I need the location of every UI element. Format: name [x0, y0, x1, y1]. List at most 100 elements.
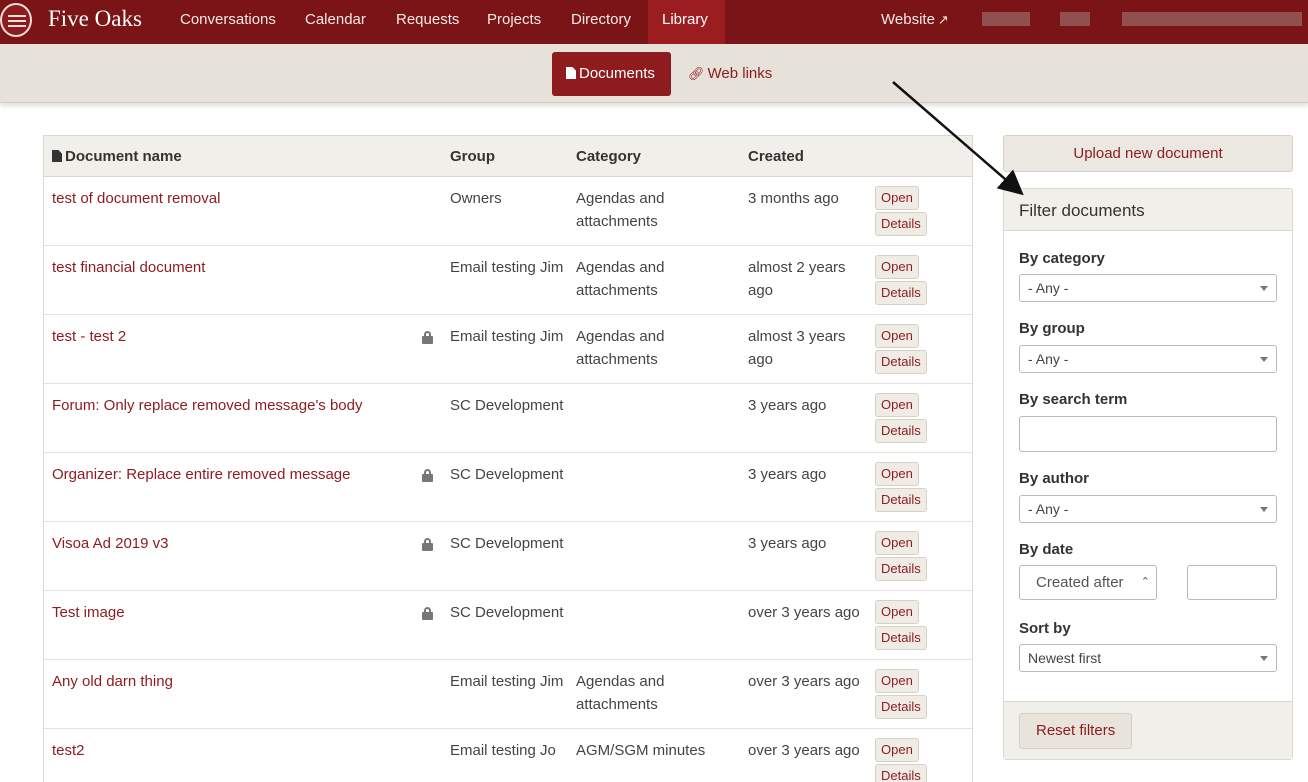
- col-category[interactable]: Category: [576, 148, 641, 165]
- search-term-input[interactable]: [1019, 416, 1277, 452]
- table-row: Visoa Ad 2019 v3 SC Development 3 years ag…: [44, 522, 972, 591]
- sort-by-label: Sort by: [1019, 620, 1071, 637]
- nav-requests[interactable]: Requests: [382, 0, 473, 44]
- dropdown-caret-icon: [1260, 357, 1268, 362]
- documents-table: Document name Group Category Created tes…: [43, 135, 973, 782]
- document-category: Agendas and attachments: [576, 673, 665, 713]
- table-row: Organizer: Replace entire removed messag…: [44, 453, 972, 522]
- by-category-label: By category: [1019, 250, 1105, 267]
- dropdown-caret-icon: [1260, 286, 1268, 291]
- link-icon: 🔗︎: [688, 66, 705, 81]
- nav-conversations[interactable]: Conversations: [166, 0, 290, 44]
- open-button[interactable]: Open: [875, 462, 919, 486]
- document-name-link[interactable]: test financial document: [52, 256, 205, 279]
- document-created: 3 years ago: [748, 397, 827, 414]
- table-row: test2 Email testing Jo AGM/SGM minutes over…: [44, 729, 972, 782]
- document-icon: [566, 67, 576, 79]
- sort-select-value: Newest first: [1028, 650, 1102, 666]
- document-name-link[interactable]: Visoa Ad 2019 v3: [52, 532, 168, 555]
- group-select-value: - Any -: [1028, 351, 1069, 367]
- group-select[interactable]: - Any -: [1019, 345, 1277, 373]
- details-button[interactable]: Details: [875, 350, 927, 374]
- nav-projects[interactable]: Projects: [473, 0, 555, 44]
- details-button[interactable]: Details: [875, 212, 927, 236]
- lock-icon: [422, 469, 433, 482]
- nav-library[interactable]: Library: [648, 0, 725, 44]
- external-link-icon: ↗: [937, 12, 949, 27]
- tab-web-links[interactable]: 🔗︎ Web links: [688, 52, 772, 96]
- open-button[interactable]: Open: [875, 186, 919, 210]
- details-button[interactable]: Details: [875, 626, 927, 650]
- document-group: SC Development: [450, 604, 564, 621]
- open-button[interactable]: Open: [875, 324, 919, 348]
- document-group: Email testing Jim: [450, 259, 564, 276]
- details-button[interactable]: Details: [875, 488, 927, 512]
- category-select[interactable]: - Any -: [1019, 274, 1277, 302]
- author-select-value: - Any -: [1028, 501, 1069, 517]
- upload-document-button[interactable]: Upload new document: [1003, 135, 1293, 172]
- open-button[interactable]: Open: [875, 738, 919, 762]
- brand-logo-icon[interactable]: [0, 3, 32, 37]
- author-select[interactable]: - Any -: [1019, 495, 1277, 523]
- document-category: Agendas and attachments: [576, 190, 665, 230]
- document-created: 3 years ago: [748, 535, 827, 552]
- document-created: over 3 years ago: [748, 742, 860, 759]
- lock-icon: [422, 538, 433, 551]
- details-button[interactable]: Details: [875, 419, 927, 443]
- document-category: Agendas and attachments: [576, 328, 665, 368]
- by-date-label: By date: [1019, 541, 1074, 558]
- open-button[interactable]: Open: [875, 255, 919, 279]
- details-button[interactable]: Details: [875, 695, 927, 719]
- details-button[interactable]: Details: [875, 557, 927, 581]
- document-category: AGM/SGM minutes: [576, 742, 706, 759]
- date-mode-select[interactable]: Created after ⌃: [1019, 565, 1157, 600]
- sort-select[interactable]: Newest first: [1019, 644, 1277, 672]
- document-group: SC Development: [450, 535, 564, 552]
- tab-web-links-label: Web links: [707, 65, 773, 82]
- redacted-text: [1122, 12, 1302, 26]
- by-author-label: By author: [1019, 470, 1090, 487]
- category-select-value: - Any -: [1028, 280, 1069, 296]
- lock-icon: [422, 331, 433, 344]
- tab-documents[interactable]: Documents: [552, 52, 671, 96]
- document-name-link[interactable]: Any old darn thing: [52, 670, 173, 693]
- document-created: over 3 years ago: [748, 673, 860, 690]
- nav-website[interactable]: Website ↗: [881, 0, 949, 44]
- col-group[interactable]: Group: [450, 148, 495, 165]
- tab-documents-label: Documents: [579, 65, 655, 82]
- document-category: Agendas and attachments: [576, 259, 665, 299]
- by-group-label: By group: [1019, 320, 1085, 337]
- document-group: SC Development: [450, 466, 564, 483]
- col-document-name[interactable]: Document name: [52, 148, 182, 165]
- reset-filters-button[interactable]: Reset filters: [1019, 713, 1133, 749]
- document-name-link[interactable]: test2: [52, 739, 85, 762]
- table-row: test of document removal Owners Agendas an…: [44, 177, 972, 246]
- date-input[interactable]: [1187, 565, 1277, 600]
- redacted-text: [1060, 12, 1090, 26]
- brand-name[interactable]: Five Oaks: [48, 6, 142, 32]
- nav-calendar[interactable]: Calendar: [291, 0, 380, 44]
- document-name-link[interactable]: test - test 2: [52, 325, 126, 348]
- open-button[interactable]: Open: [875, 531, 919, 555]
- details-button[interactable]: Details: [875, 281, 927, 305]
- table-row: Forum: Only replace removed message's bo…: [44, 384, 972, 453]
- dropdown-caret-icon: [1260, 507, 1268, 512]
- table-row: test - test 2 Email testing Jim Agendas an…: [44, 315, 972, 384]
- table-row: Any old darn thing Email testing Jim Agend…: [44, 660, 972, 729]
- table-header: Document name Group Category Created: [44, 136, 972, 177]
- details-button[interactable]: Details: [875, 764, 927, 782]
- open-button[interactable]: Open: [875, 669, 919, 693]
- document-name-link[interactable]: test of document removal: [52, 187, 220, 210]
- col-created[interactable]: Created: [748, 148, 804, 165]
- document-created: over 3 years ago: [748, 604, 860, 621]
- document-name-link[interactable]: Test image: [52, 601, 125, 624]
- open-button[interactable]: Open: [875, 600, 919, 624]
- document-icon: [52, 150, 62, 162]
- redacted-text: [982, 12, 1030, 26]
- document-name-link[interactable]: Forum: Only replace removed message's bo…: [52, 394, 363, 417]
- by-search-label: By search term: [1019, 391, 1128, 408]
- open-button[interactable]: Open: [875, 393, 919, 417]
- nav-directory[interactable]: Directory: [557, 0, 645, 44]
- date-mode-value: Created after: [1036, 574, 1124, 591]
- document-name-link[interactable]: Organizer: Replace entire removed messag…: [52, 463, 350, 486]
